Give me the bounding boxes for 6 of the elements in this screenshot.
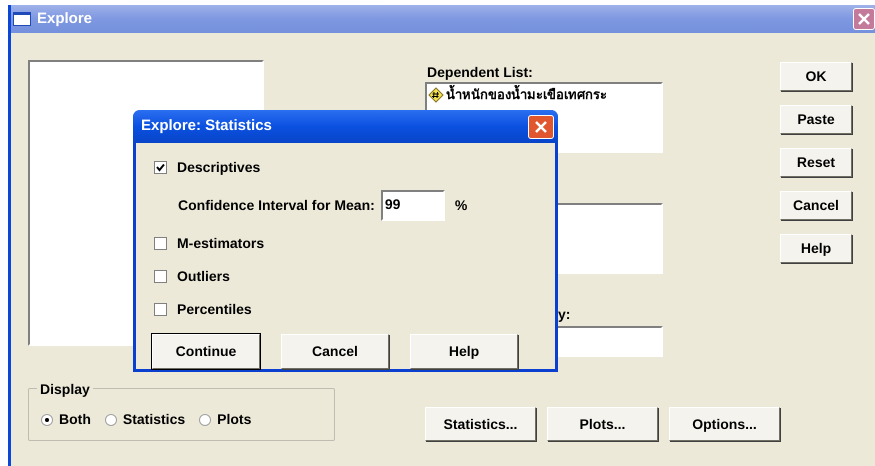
percent-label: % — [454, 196, 468, 215]
field-label: y: — [558, 305, 572, 323]
field-label: Confidence Interval for Mean: — [178, 196, 375, 215]
dialog-title: Explore: Statistics — [141, 116, 273, 136]
window-title: Explore — [37, 8, 94, 29]
list-label: Dependent List: — [426, 63, 534, 82]
